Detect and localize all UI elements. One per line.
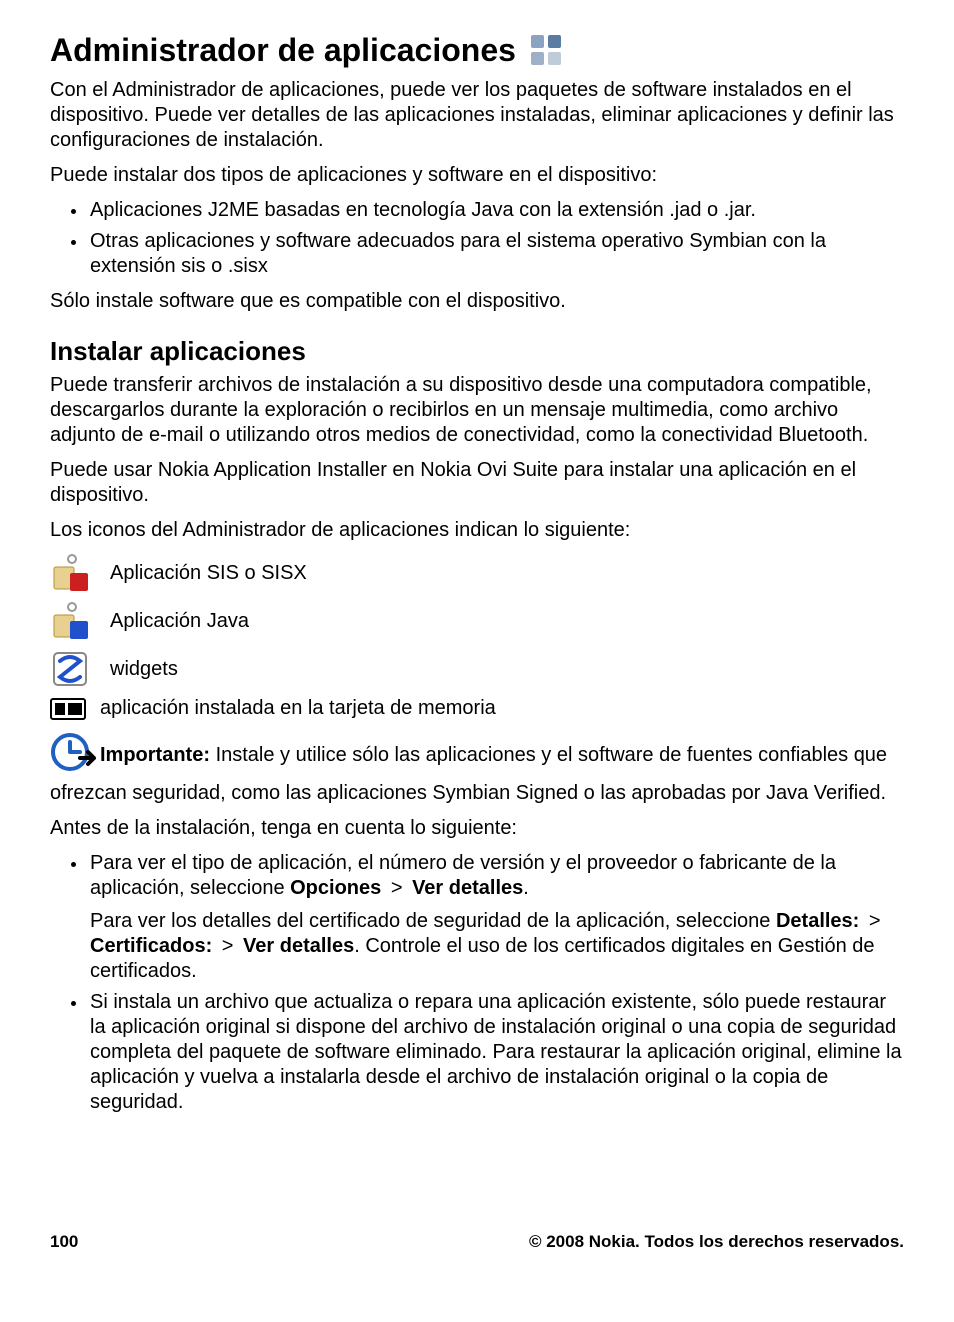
memory-card-icon	[50, 698, 86, 720]
list-item: Otras aplicaciones y software adecuados …	[88, 229, 904, 279]
widgets-icon	[50, 649, 90, 689]
list-item: Aplicaciones J2ME basadas en tecnología …	[88, 198, 904, 223]
icon-legend-label: Aplicación Java	[110, 610, 249, 633]
important-note: Importante: Instale y utilice sólo las a…	[50, 730, 904, 806]
page-number: 100	[50, 1232, 78, 1252]
paragraph: Con el Administrador de aplicaciones, pu…	[50, 78, 904, 153]
paragraph: Antes de la instalación, tenga en cuenta…	[50, 816, 904, 841]
important-icon	[50, 730, 98, 781]
paragraph: Sólo instale software que es compatible …	[50, 289, 904, 314]
heading-2: Instalar aplicaciones	[50, 336, 904, 367]
app-manager-icon	[526, 30, 566, 70]
list-sub-paragraph: Para ver los detalles del certificado de…	[90, 909, 904, 984]
paragraph: Puede transferir archivos de instalación…	[50, 373, 904, 448]
icon-legend-row: Aplicación Java	[50, 601, 904, 641]
page-footer: 100 © 2008 Nokia. Todos los derechos res…	[50, 1232, 904, 1252]
heading-1: Administrador de aplicaciones	[50, 30, 904, 70]
paragraph: Los iconos del Administrador de aplicaci…	[50, 518, 904, 543]
copyright-text: © 2008 Nokia. Todos los derechos reserva…	[529, 1232, 904, 1252]
paragraph: Puede usar Nokia Application Installer e…	[50, 458, 904, 508]
bullet-list: Para ver el tipo de aplicación, el númer…	[50, 851, 904, 1115]
icon-legend-row: aplicación instalada en la tarjeta de me…	[50, 697, 904, 720]
bullet-list: Aplicaciones J2ME basadas en tecnología …	[50, 198, 904, 279]
document-page: Administrador de aplicaciones Con el Adm…	[0, 0, 954, 1322]
list-item: Si instala un archivo que actualiza o re…	[88, 990, 904, 1115]
list-item: Para ver el tipo de aplicación, el númer…	[88, 851, 904, 984]
icon-legend-label: widgets	[110, 658, 178, 681]
sis-app-icon	[50, 553, 90, 593]
paragraph: Puede instalar dos tipos de aplicaciones…	[50, 163, 904, 188]
java-app-icon	[50, 601, 90, 641]
icon-legend-row: widgets	[50, 649, 904, 689]
icon-legend-label: aplicación instalada en la tarjeta de me…	[100, 697, 496, 720]
icon-legend-row: Aplicación SIS o SISX	[50, 553, 904, 593]
icon-legend-label: Aplicación SIS o SISX	[110, 562, 307, 585]
important-label: Importante:	[100, 744, 216, 766]
heading-1-text: Administrador de aplicaciones	[50, 32, 516, 69]
